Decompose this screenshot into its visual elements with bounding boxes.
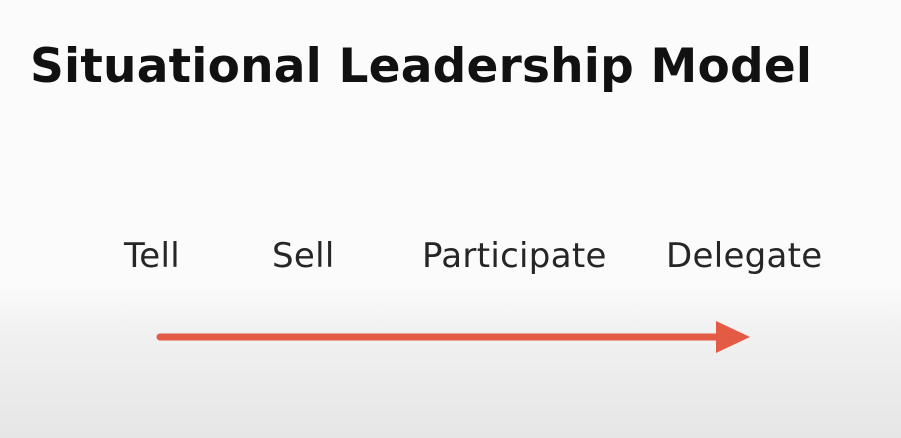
right-arrow-icon (156, 321, 750, 353)
arrow-head (716, 321, 750, 353)
stage-participate: Participate (422, 236, 607, 276)
stage-sell: Sell (272, 236, 335, 276)
stage-tell: Tell (124, 236, 181, 276)
slide-title: Situational Leadership Model (30, 39, 813, 94)
stage-delegate: Delegate (666, 236, 823, 276)
slide: Situational Leadership Model Tell Sell P… (0, 0, 901, 438)
